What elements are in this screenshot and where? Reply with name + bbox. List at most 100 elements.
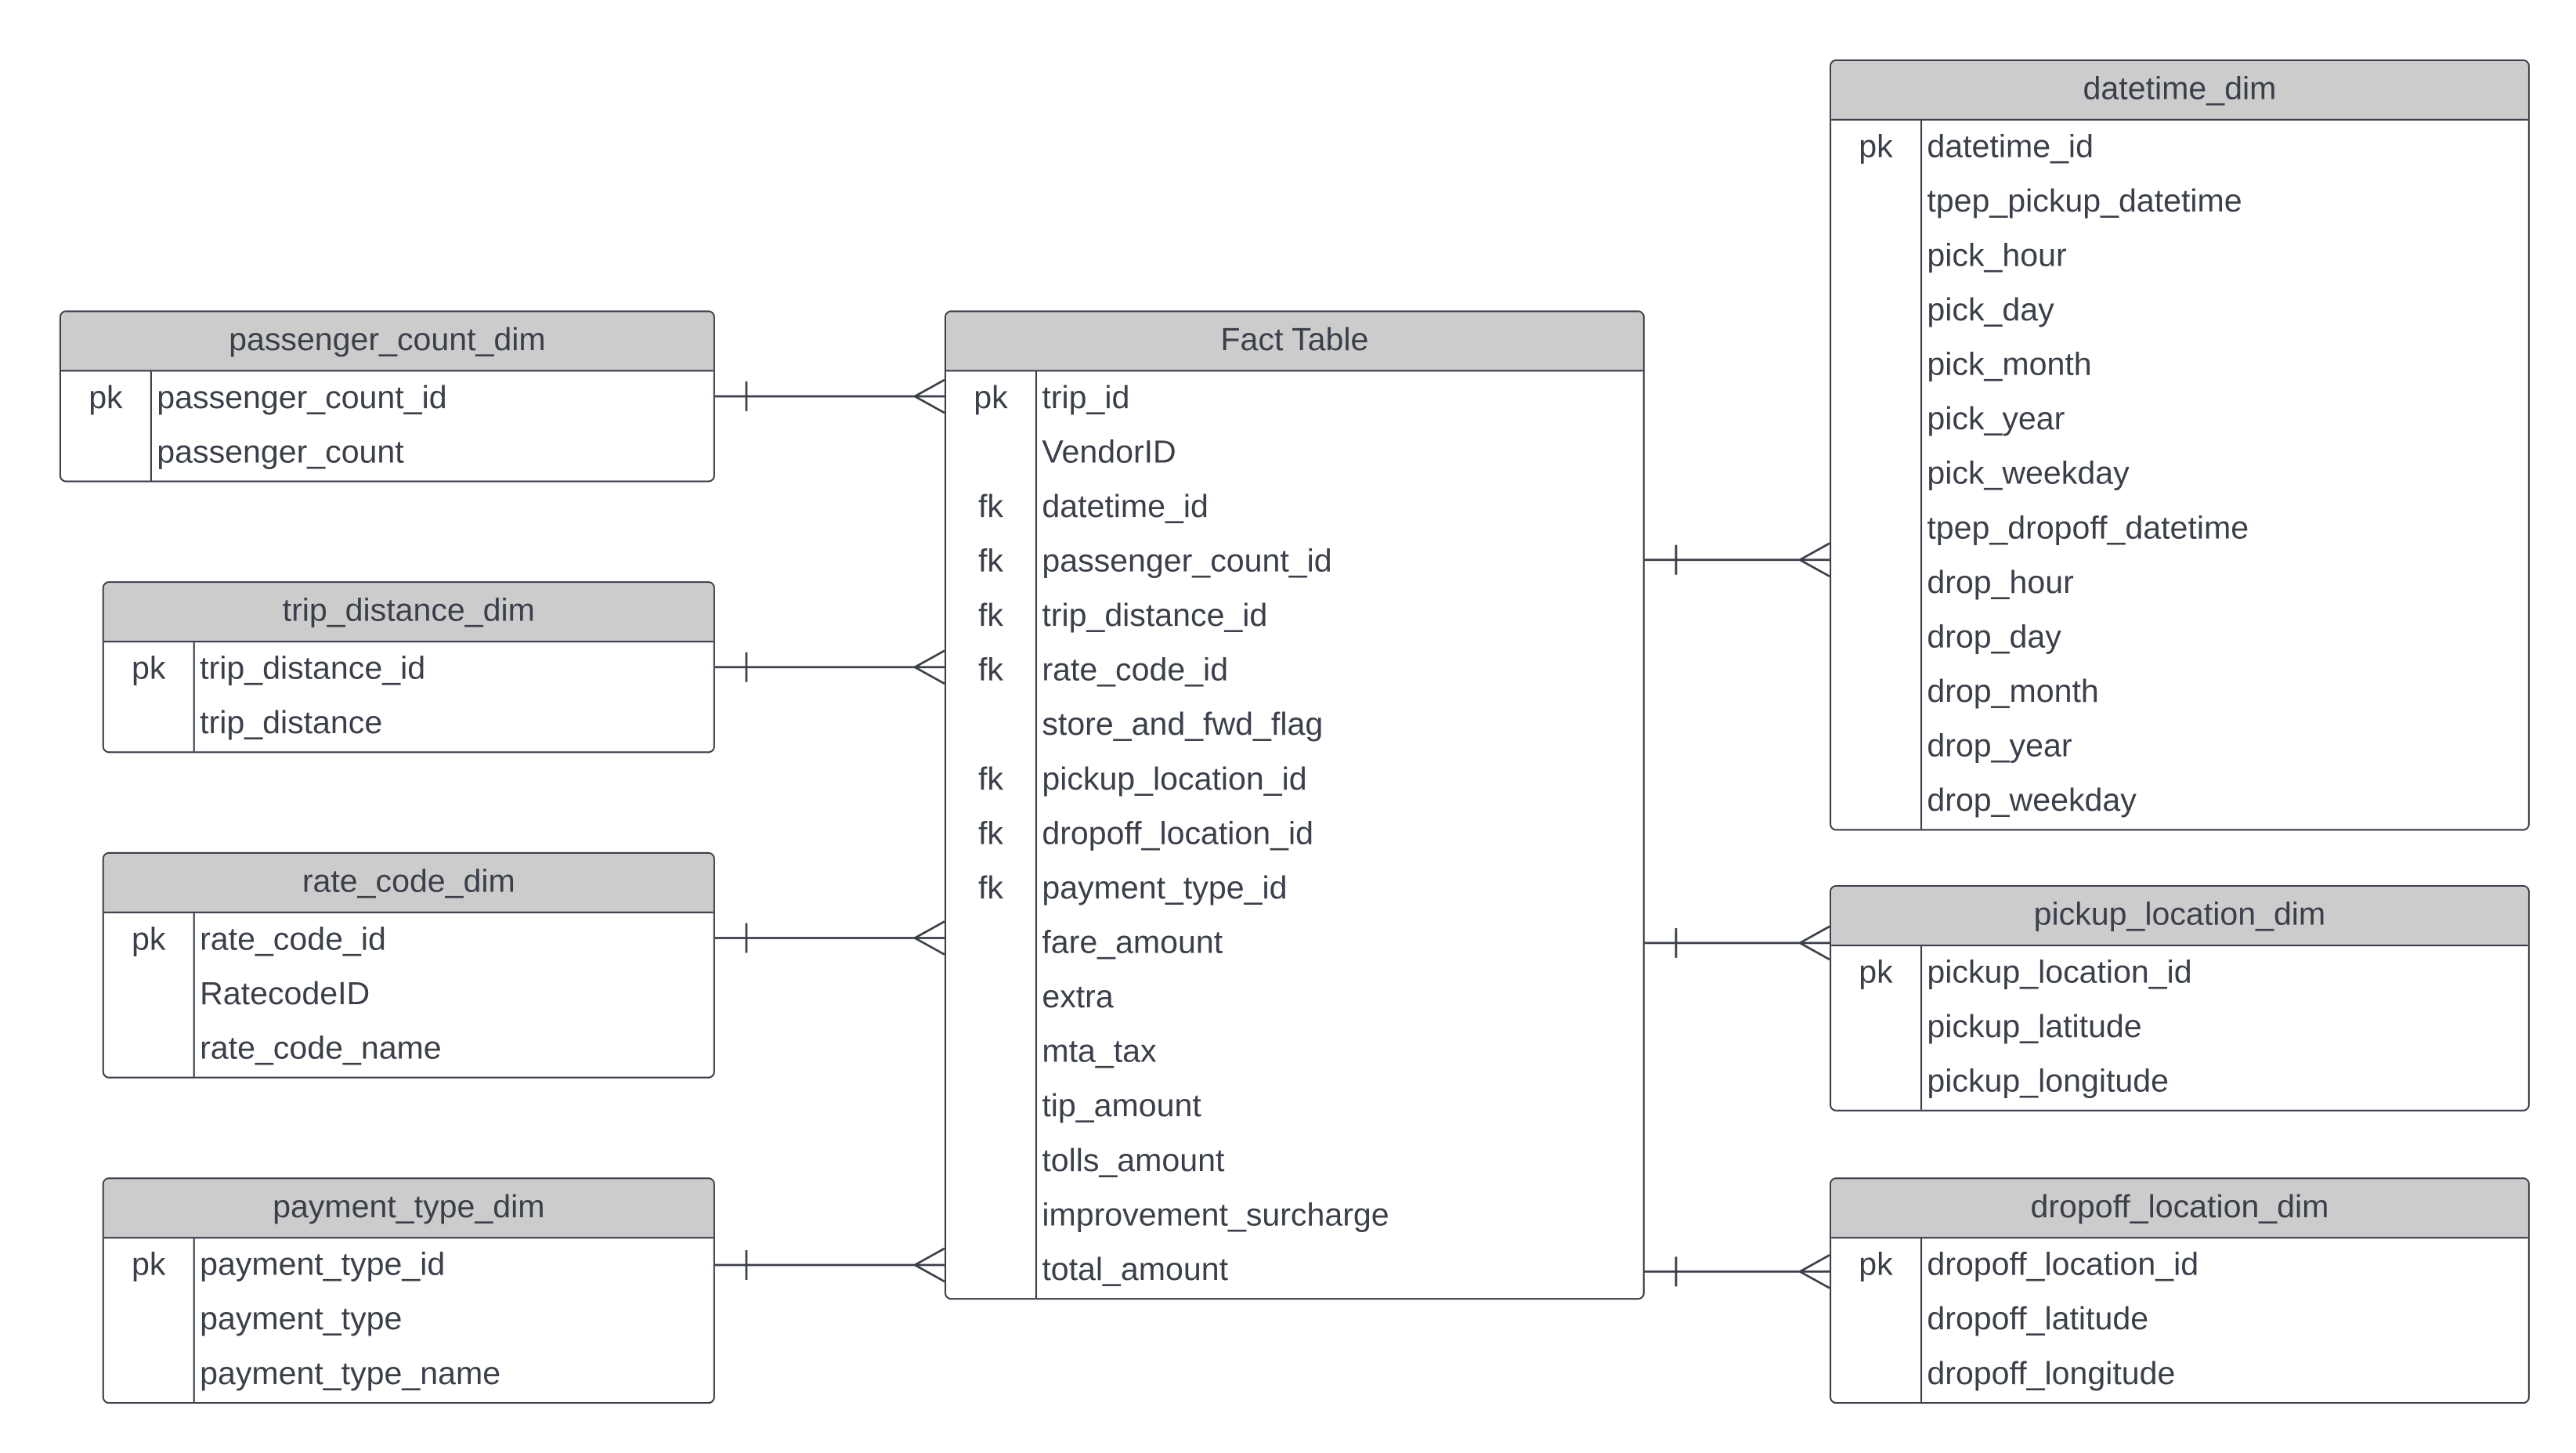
table-title: datetime_dim [1831, 61, 2528, 121]
key-label: pk [974, 379, 1008, 417]
table-row[interactable]: fk pickup_location_id [946, 753, 1643, 808]
key-label: fk [977, 598, 1003, 634]
field-name: payment_type_id [1042, 870, 1288, 907]
table-row[interactable]: dropoff_longitude [1831, 1347, 2528, 1402]
relationship-fact-table-to-pickup-location-dim[interactable] [1644, 925, 1830, 961]
table-row[interactable]: tpep_pickup_datetime [1831, 175, 2528, 230]
table-row[interactable]: pick_day [1831, 284, 2528, 339]
field-name: pickup_location_id [1042, 761, 1307, 798]
table-row[interactable]: pk payment_type_id [104, 1238, 714, 1293]
relationship-passenger-count-dim-to-fact-table[interactable] [714, 378, 945, 414]
table-title: passenger_count_dim [61, 312, 714, 372]
table-row[interactable]: payment_type_name [104, 1347, 714, 1402]
table-row[interactable]: tpep_dropoff_datetime [1831, 502, 2528, 557]
table-row[interactable]: rate_code_name [104, 1022, 714, 1077]
table-pickup-location-dim[interactable]: pickup_location_dim pk pickup_location_id p… [1829, 885, 2530, 1111]
table-row[interactable]: trip_distance [104, 697, 714, 752]
field-name: RatecodeID [200, 976, 370, 1013]
field-name: payment_type_id [200, 1246, 446, 1284]
field-name: trip_distance_id [200, 650, 426, 688]
table-row[interactable]: fk passenger_count_id [946, 535, 1643, 590]
field-name: rate_code_id [200, 921, 386, 958]
table-row[interactable]: fk payment_type_id [946, 862, 1643, 917]
key-label: fk [977, 652, 1003, 689]
table-row[interactable]: drop_month [1831, 666, 2528, 721]
table-row[interactable]: store_and_fwd_flag [946, 699, 1643, 754]
field-name: mta_tax [1042, 1033, 1157, 1071]
table-row[interactable]: passenger_count [61, 426, 714, 481]
field-name: store_and_fwd_flag [1042, 707, 1324, 743]
table-row[interactable]: pickup_latitude [1831, 1001, 2528, 1056]
table-row[interactable]: VendorID [946, 426, 1643, 481]
field-name: pick_weekday [1927, 455, 2130, 493]
field-name: payment_type [200, 1301, 403, 1338]
table-row[interactable]: pick_month [1831, 338, 2528, 393]
table-row[interactable]: extra [946, 971, 1643, 1026]
table-row[interactable]: pk dropoff_location_id [1831, 1238, 2528, 1293]
table-row[interactable]: RatecodeID [104, 967, 714, 1022]
table-row[interactable]: pk rate_code_id [104, 913, 714, 968]
relationship-fact-table-to-dropoff-location-dim[interactable] [1644, 1254, 1830, 1289]
table-row[interactable]: fk datetime_id [946, 481, 1643, 536]
table-row[interactable]: fare_amount [946, 916, 1643, 971]
field-name: dropoff_location_id [1927, 1246, 2199, 1284]
table-row[interactable]: drop_weekday [1831, 775, 2528, 830]
field-name: improvement_surcharge [1042, 1197, 1389, 1234]
table-row[interactable]: pk pickup_location_id [1831, 946, 2528, 1001]
relationship-payment-type-dim-to-fact-table[interactable] [714, 1247, 945, 1283]
key-label: fk [977, 761, 1003, 798]
field-name: passenger_count [157, 434, 404, 471]
key-label: fk [977, 870, 1003, 907]
relationship-trip-distance-dim-to-fact-table[interactable] [714, 649, 945, 685]
key-label: pk [132, 650, 166, 688]
table-row[interactable]: pick_weekday [1831, 447, 2528, 502]
key-label: fk [977, 815, 1003, 852]
table-row[interactable]: mta_tax [946, 1025, 1643, 1080]
field-name: payment_type_name [200, 1355, 501, 1393]
table-row[interactable]: payment_type [104, 1293, 714, 1348]
table-row[interactable]: pk datetime_id [1831, 121, 2528, 175]
relationship-fact-table-to-datetime-dim[interactable] [1644, 542, 1830, 577]
field-name: fare_amount [1042, 924, 1223, 962]
table-dropoff-location-dim[interactable]: dropoff_location_dim pk dropoff_location_i… [1829, 1177, 2530, 1404]
table-row[interactable]: fk rate_code_id [946, 644, 1643, 699]
table-fact-table[interactable]: Fact Table pk trip_id VendorID fk datetime_id… [944, 310, 1645, 1300]
table-row[interactable]: pick_year [1831, 393, 2528, 448]
field-name: pick_month [1927, 346, 2092, 384]
table-datetime-dim[interactable]: datetime_dim pk datetime_id tpep_pickup_dat… [1829, 59, 2530, 831]
table-row[interactable]: fk dropoff_location_id [946, 808, 1643, 862]
field-name: pick_year [1927, 401, 2065, 438]
relationship-rate-code-dim-to-fact-table[interactable] [714, 920, 945, 956]
field-name: dropoff_latitude [1927, 1301, 2149, 1338]
field-name: tpep_pickup_datetime [1927, 183, 2242, 220]
table-row[interactable]: pk trip_id [946, 371, 1643, 426]
table-row[interactable]: dropoff_latitude [1831, 1293, 2528, 1348]
table-row[interactable]: pickup_longitude [1831, 1055, 2528, 1110]
field-name: datetime_id [1927, 128, 2094, 165]
table-row[interactable]: pk trip_distance_id [104, 642, 714, 697]
field-name: pick_hour [1927, 237, 2067, 274]
table-row[interactable]: fk trip_distance_id [946, 590, 1643, 645]
table-row[interactable]: drop_hour [1831, 556, 2528, 611]
table-row[interactable]: total_amount [946, 1244, 1643, 1299]
table-row[interactable]: drop_year [1831, 720, 2528, 775]
field-name: drop_day [1927, 619, 2061, 656]
table-row[interactable]: pick_hour [1831, 230, 2528, 284]
key-label: pk [132, 921, 166, 958]
table-rate-code-dim[interactable]: rate_code_dimpk rate_code_id RatecodeID rat… [102, 851, 715, 1079]
table-row[interactable]: tolls_amount [946, 1134, 1643, 1189]
field-name: tip_amount [1042, 1088, 1201, 1125]
table-payment-type-dim[interactable]: payment_type_dim pk payment_type_id payment… [102, 1177, 715, 1404]
table-row[interactable]: pk passenger_count_id [61, 371, 714, 426]
table-title: pickup_location_dim [1831, 887, 2528, 947]
er-diagram: passenger_count_dim pk passenger_count_id p… [0, 0, 2576, 1453]
table-trip-distance-dim[interactable]: trip_distance_dim pk trip_distance_id trip_… [102, 581, 715, 754]
field-name: drop_year [1927, 728, 2072, 765]
table-passenger-count-dim[interactable]: passenger_count_dim pk passenger_count_id p… [59, 310, 715, 483]
table-row[interactable]: drop_day [1831, 611, 2528, 666]
table-title: rate_code_dim [103, 853, 714, 913]
table-row[interactable]: tip_amount [946, 1080, 1643, 1135]
field-name: drop_hour [1927, 565, 2074, 602]
table-row[interactable]: improvement_surcharge [946, 1189, 1643, 1244]
key-label: pk [89, 379, 123, 417]
